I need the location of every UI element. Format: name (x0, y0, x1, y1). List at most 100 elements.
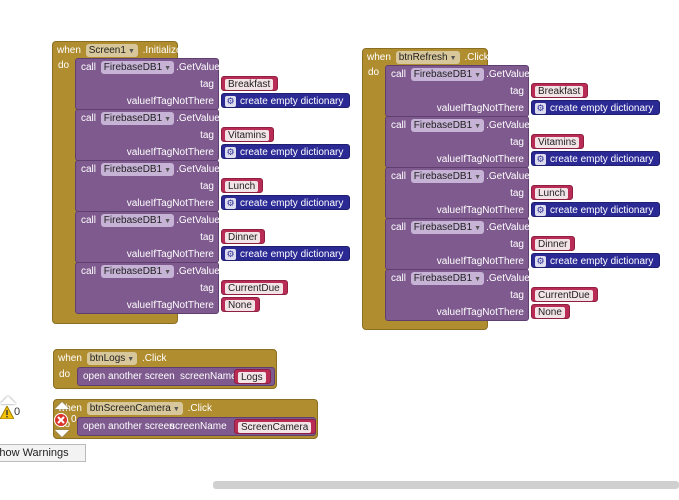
component-dropdown[interactable]: Screen1 ▼ (85, 44, 138, 57)
text-value[interactable]: Lunch (535, 188, 569, 199)
gear-icon[interactable]: ⚙ (225, 248, 236, 260)
open-another-screen-block[interactable]: open another screen screenName Logs (77, 367, 275, 386)
text-value[interactable]: Logs (238, 372, 266, 383)
navigate-down-arrow-icon[interactable] (55, 430, 69, 437)
call-keyword: call (81, 164, 97, 175)
text-block-tag[interactable]: Breakfast (531, 83, 589, 98)
text-block-default-value[interactable]: None (531, 304, 570, 319)
component-dropdown[interactable]: FirebaseDB1 ▼ (100, 265, 175, 278)
navigate-up-arrow-icon[interactable] (55, 402, 69, 409)
text-value[interactable]: Vitamins (225, 130, 270, 141)
text-value[interactable]: Breakfast (535, 86, 584, 97)
chevron-down-icon: ▼ (164, 218, 172, 225)
create-empty-dictionary-block[interactable]: ⚙ create empty dictionary (221, 144, 351, 159)
text-block-tag[interactable]: Lunch (531, 185, 574, 200)
call-header: call FirebaseDB1 ▼ .GetValue (76, 263, 220, 280)
text-block-tag[interactable]: Lunch (221, 178, 264, 193)
component-dropdown[interactable]: btnScreenCamera ▼ (86, 402, 183, 415)
create-empty-dictionary-block[interactable]: ⚙ create empty dictionary (531, 202, 661, 217)
text-value[interactable]: None (535, 307, 565, 318)
component-dropdown[interactable]: btnRefresh ▼ (395, 51, 460, 64)
component-name: btnLogs (89, 353, 126, 364)
firebase-getvalue-block[interactable]: call FirebaseDB1 ▼ .GetValue tag valueIfTagN… (75, 262, 220, 314)
create-empty-dictionary-block[interactable]: ⚙ create empty dictionary (221, 195, 351, 210)
dictionary-label: create empty dictionary (550, 103, 654, 114)
component-dropdown[interactable]: FirebaseDB1 ▼ (100, 112, 175, 125)
method-name: .GetValue (176, 62, 220, 73)
gear-icon[interactable]: ⚙ (225, 95, 236, 107)
error-indicator[interactable]: 0 (54, 412, 84, 430)
gear-icon[interactable]: ⚙ (225, 146, 236, 158)
firebase-getvalue-block[interactable]: call FirebaseDB1 ▼ .GetValue tag valueIfTagN… (385, 65, 530, 117)
text-block-tag[interactable]: Vitamins (531, 134, 585, 149)
tag-label: tag (200, 130, 214, 141)
show-warnings-label: Show Warnings (0, 447, 69, 459)
component-name: FirebaseDB1 (103, 62, 163, 73)
text-value[interactable]: Dinner (225, 232, 261, 243)
create-empty-dictionary-block[interactable]: ⚙ create empty dictionary (531, 151, 661, 166)
gear-icon[interactable]: ⚙ (225, 197, 236, 209)
create-empty-dictionary-block[interactable]: ⚙ create empty dictionary (531, 100, 661, 115)
method-name: .GetValue (176, 215, 220, 226)
method-name: .GetValue (486, 120, 530, 131)
firebase-getvalue-block[interactable]: call FirebaseDB1 ▼ .GetValue tag valueIfTagN… (75, 160, 220, 212)
firebase-getvalue-block[interactable]: call FirebaseDB1 ▼ .GetValue tag valueIfTagN… (75, 211, 220, 263)
component-dropdown[interactable]: btnLogs ▼ (86, 352, 138, 365)
component-name: FirebaseDB1 (103, 215, 163, 226)
event-header: when btnLogs ▼ .Click (54, 350, 276, 367)
firebase-getvalue-block[interactable]: call FirebaseDB1 ▼ .GetValue tag valueIfTagN… (385, 116, 530, 168)
text-block-tag[interactable]: Vitamins (221, 127, 275, 142)
horizontal-scrollbar[interactable] (213, 481, 679, 489)
gear-icon[interactable]: ⚙ (535, 153, 546, 165)
text-block-tag[interactable]: Dinner (531, 236, 576, 251)
text-value[interactable]: CurrentDue (535, 290, 593, 301)
text-block-tag[interactable]: CurrentDue (221, 280, 288, 295)
gear-icon[interactable]: ⚙ (535, 102, 546, 114)
warning-indicator[interactable]: 0 (0, 404, 30, 422)
text-block-screen-name[interactable]: Logs (234, 369, 271, 384)
text-value[interactable]: None (225, 300, 255, 311)
create-empty-dictionary-block[interactable]: ⚙ create empty dictionary (531, 253, 661, 268)
component-name: btnRefresh (398, 52, 448, 63)
create-empty-dictionary-block[interactable]: ⚙ create empty dictionary (221, 93, 351, 108)
component-dropdown[interactable]: FirebaseDB1 ▼ (410, 272, 485, 285)
text-value[interactable]: Lunch (225, 181, 259, 192)
text-value[interactable]: Dinner (535, 239, 571, 250)
firebase-getvalue-block[interactable]: call FirebaseDB1 ▼ .GetValue tag valueIfTagN… (385, 269, 530, 321)
firebase-getvalue-block[interactable]: call FirebaseDB1 ▼ .GetValue tag valueIfTagN… (385, 167, 530, 219)
chevron-down-icon: ▼ (164, 269, 172, 276)
text-value[interactable]: Vitamins (535, 137, 580, 148)
text-value[interactable]: Breakfast (225, 79, 274, 90)
text-block-default-value[interactable]: None (221, 297, 260, 312)
component-dropdown[interactable]: FirebaseDB1 ▼ (410, 170, 485, 183)
open-another-screen-block[interactable]: open another screen screenName ScreenCam… (77, 417, 317, 436)
call-keyword: call (81, 113, 97, 124)
component-dropdown[interactable]: FirebaseDB1 ▼ (100, 61, 175, 74)
event-name: .Click (142, 353, 167, 364)
show-warnings-button[interactable]: Show Warnings (0, 444, 86, 462)
value-if-tag-not-there-label: valueIfTagNotThere (126, 300, 214, 311)
text-block-tag[interactable]: Dinner (221, 229, 266, 244)
chevron-down-icon: ▼ (172, 406, 180, 413)
text-value[interactable]: ScreenCamera (238, 422, 312, 433)
component-dropdown[interactable]: FirebaseDB1 ▼ (410, 221, 485, 234)
text-block-screen-name[interactable]: ScreenCamera (234, 419, 317, 434)
component-dropdown[interactable]: FirebaseDB1 ▼ (100, 214, 175, 227)
gear-icon[interactable]: ⚙ (535, 255, 546, 267)
when-keyword: when (367, 52, 391, 63)
create-empty-dictionary-block[interactable]: ⚙ create empty dictionary (221, 246, 351, 261)
navigate-up-arrow-icon[interactable] (0, 396, 16, 404)
call-keyword: call (391, 171, 407, 182)
text-value[interactable]: CurrentDue (225, 283, 283, 294)
chevron-down-icon: ▼ (474, 225, 482, 232)
text-block-tag[interactable]: CurrentDue (531, 287, 598, 302)
component-dropdown[interactable]: FirebaseDB1 ▼ (410, 119, 485, 132)
firebase-getvalue-block[interactable]: call FirebaseDB1 ▼ .GetValue tag valueIfTagN… (385, 218, 530, 270)
component-dropdown[interactable]: FirebaseDB1 ▼ (410, 68, 485, 81)
component-dropdown[interactable]: FirebaseDB1 ▼ (100, 163, 175, 176)
firebase-getvalue-block[interactable]: call FirebaseDB1 ▼ .GetValue tag valueIfTagN… (75, 58, 220, 110)
text-block-tag[interactable]: Breakfast (221, 76, 279, 91)
component-name: FirebaseDB1 (103, 164, 163, 175)
firebase-getvalue-block[interactable]: call FirebaseDB1 ▼ .GetValue tag valueIfTagN… (75, 109, 220, 161)
gear-icon[interactable]: ⚙ (535, 204, 546, 216)
